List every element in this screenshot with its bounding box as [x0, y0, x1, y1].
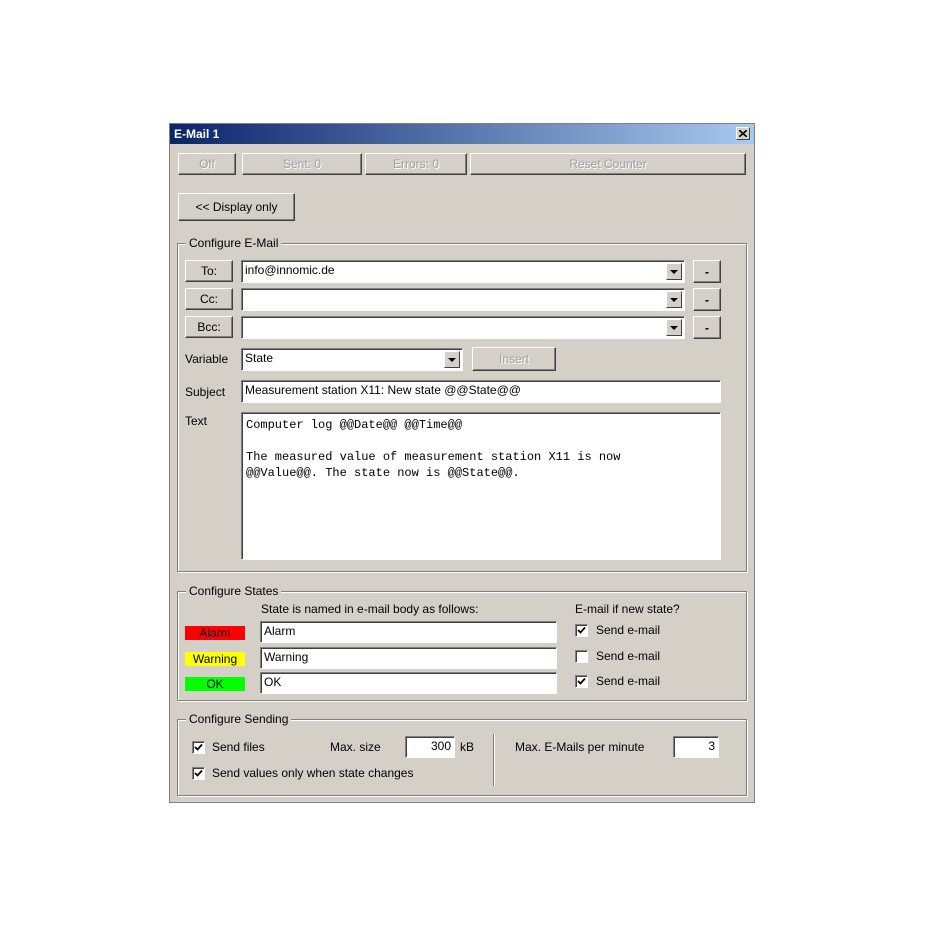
to-value: info@innomic.de — [245, 263, 335, 277]
remove-bcc-button[interactable]: - — [693, 316, 721, 339]
cc-dropdown-button[interactable] — [666, 291, 682, 308]
errors-counter: Errors: 0 — [365, 153, 467, 175]
check-icon — [194, 769, 203, 777]
send-email-checkbox-alarm[interactable] — [575, 624, 588, 637]
chevron-down-icon — [670, 297, 678, 302]
title-bar[interactable]: E-Mail 1 — [170, 124, 754, 144]
configure-email-legend: Configure E-Mail — [186, 236, 282, 250]
max-size-field[interactable]: 300 — [405, 736, 455, 758]
to-button[interactable]: To: — [185, 260, 233, 282]
sending-divider — [493, 734, 494, 786]
text-label: Text — [185, 414, 208, 428]
variable-select[interactable]: State — [241, 348, 463, 371]
send-email-checkbox-warning[interactable] — [575, 650, 588, 663]
cc-field[interactable] — [241, 288, 685, 311]
send-values-label: Send values only when state changes — [212, 766, 414, 780]
state-badge-alarm: Alarm — [185, 626, 245, 640]
remove-cc-button[interactable]: - — [693, 288, 721, 311]
configure-states-legend: Configure States — [186, 584, 282, 598]
chevron-down-icon — [670, 325, 678, 330]
cc-button[interactable]: Cc: — [185, 288, 233, 310]
email-dialog: E-Mail 1 Off Sent: 0 Errors: 0 Reset Cou… — [169, 123, 755, 803]
variable-label: Variable — [185, 352, 229, 366]
subject-value: Measurement station X11: New state @@Sta… — [245, 383, 521, 397]
window-title: E-Mail 1 — [174, 127, 220, 141]
subject-field[interactable]: Measurement station X11: New state @@Sta… — [241, 380, 721, 403]
variable-value: State — [245, 351, 274, 365]
state-name-value: Warning — [264, 650, 309, 664]
state-badge-ok: OK — [185, 677, 245, 691]
bcc-dropdown-button[interactable] — [666, 319, 682, 336]
max-emails-field[interactable]: 3 — [673, 736, 719, 758]
text-body-field[interactable]: Computer log @@Date@@ @@Time@@ The measu… — [241, 412, 721, 560]
max-size-label: Max. size — [330, 740, 381, 754]
check-icon — [194, 743, 203, 751]
send-email-header: E-mail if new state? — [575, 602, 680, 616]
send-files-checkbox[interactable] — [192, 741, 205, 754]
check-icon — [577, 626, 586, 634]
state-name-value: OK — [264, 675, 282, 689]
check-icon — [577, 677, 586, 685]
state-name-header: State is named in e-mail body as follows… — [261, 602, 479, 616]
send-files-label: Send files — [212, 740, 265, 754]
send-email-label: Send e-mail — [596, 674, 661, 688]
chevron-down-icon — [448, 357, 456, 362]
send-email-label: Send e-mail — [596, 623, 661, 637]
variable-dropdown-button[interactable] — [444, 351, 460, 368]
configure-sending-group: Configure Sending — [177, 712, 747, 796]
insert-button[interactable]: Insert — [472, 347, 556, 371]
configure-sending-legend: Configure Sending — [186, 712, 292, 726]
chevron-down-icon — [670, 269, 678, 274]
bcc-field[interactable] — [241, 316, 685, 339]
to-field[interactable]: info@innomic.de — [241, 260, 685, 283]
state-name-field-alarm[interactable]: Alarm — [260, 621, 557, 643]
to-dropdown-button[interactable] — [666, 263, 682, 280]
state-name-value: Alarm — [264, 624, 296, 638]
state-name-field-ok[interactable]: OK — [260, 672, 557, 694]
send-email-label: Send e-mail — [596, 649, 661, 663]
display-only-button[interactable]: << Display only — [178, 193, 295, 221]
off-button[interactable]: Off — [178, 153, 236, 175]
close-button[interactable] — [736, 127, 750, 140]
bcc-button[interactable]: Bcc: — [185, 316, 233, 338]
remove-to-button[interactable]: - — [693, 260, 721, 283]
sent-counter: Sent: 0 — [242, 153, 362, 175]
subject-label: Subject — [185, 385, 226, 399]
max-size-unit: kB — [460, 740, 475, 754]
close-icon — [739, 130, 747, 137]
max-emails-label: Max. E-Mails per minute — [515, 740, 645, 754]
send-values-checkbox[interactable] — [192, 767, 205, 780]
reset-counter-button[interactable]: Reset Counter — [470, 153, 746, 175]
state-badge-warning: Warning — [185, 652, 245, 666]
send-email-checkbox-ok[interactable] — [575, 675, 588, 688]
state-name-field-warning[interactable]: Warning — [260, 647, 557, 669]
